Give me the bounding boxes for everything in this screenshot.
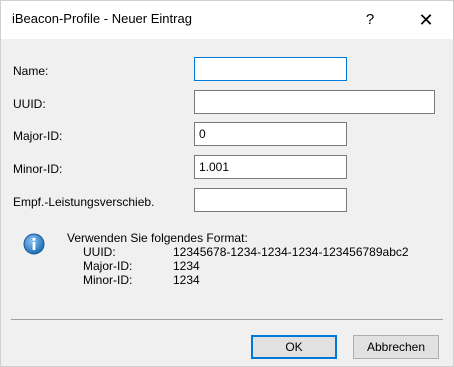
uuid-label: UUID: [13, 97, 46, 111]
major-id-label: Major-ID: [13, 129, 63, 143]
window-title: iBeacon-Profile - Neuer Eintrag [12, 11, 192, 26]
info-key-major-id: Major-ID: [83, 259, 133, 273]
help-button[interactable]: ? [353, 5, 387, 35]
info-value-minor-id: 1234 [173, 273, 200, 287]
dialog-window: iBeacon-Profile - Neuer Eintrag ? ✕ Name… [0, 0, 454, 367]
info-value-uuid: 12345678-1234-1234-1234-123456789abc2 [173, 245, 409, 259]
power-shift-label: Empf.-Leistungsverschieb. [13, 195, 155, 209]
separator [11, 319, 443, 320]
info-title: Verwenden Sie folgendes Format: [67, 231, 248, 245]
help-icon: ? [365, 11, 375, 28]
info-key-uuid: UUID: [83, 245, 116, 259]
cancel-button[interactable]: Abbrechen [353, 335, 439, 359]
power-shift-input[interactable] [194, 188, 347, 212]
info-key-minor-id: Minor-ID: [83, 273, 133, 287]
minor-id-input[interactable] [194, 155, 347, 179]
info-icon [23, 233, 45, 255]
name-label: Name: [13, 64, 49, 78]
minor-id-label: Minor-ID: [13, 162, 63, 176]
close-icon: ✕ [418, 10, 434, 30]
ok-button[interactable]: OK [251, 335, 337, 359]
title-bar: iBeacon-Profile - Neuer Eintrag ? ✕ [1, 1, 453, 39]
name-input[interactable] [194, 57, 347, 81]
major-id-input[interactable] [194, 122, 347, 146]
info-value-major-id: 1234 [173, 259, 200, 273]
uuid-input[interactable] [194, 90, 435, 114]
close-button[interactable]: ✕ [409, 5, 443, 35]
